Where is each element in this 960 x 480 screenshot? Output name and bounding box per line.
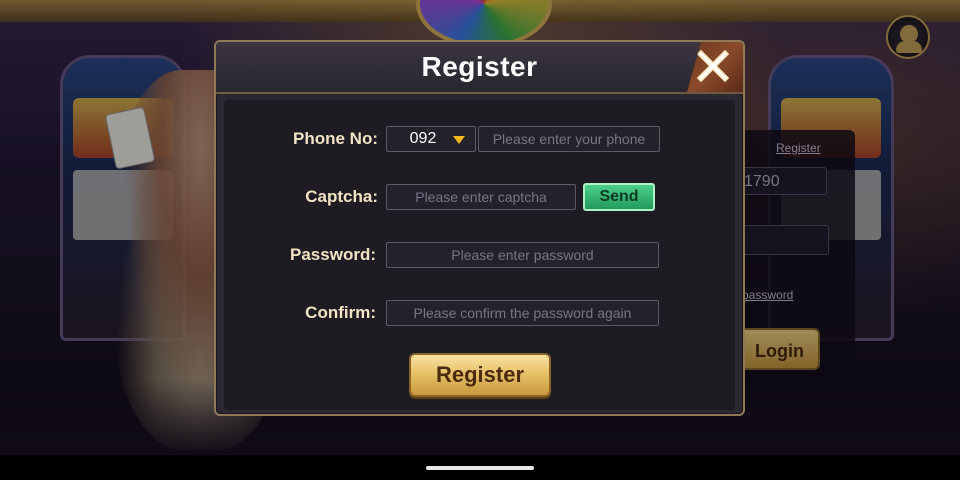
send-captcha-button[interactable]: Send bbox=[583, 183, 655, 211]
dropdown-caret-icon bbox=[453, 136, 465, 144]
phone-label: Phone No: bbox=[293, 129, 378, 148]
home-indicator[interactable] bbox=[426, 466, 534, 470]
country-code-value: 092 bbox=[409, 130, 437, 147]
password-input[interactable]: Please enter password bbox=[386, 242, 659, 268]
captcha-input[interactable]: Please enter captcha bbox=[386, 184, 576, 210]
country-code-select[interactable]: 092 bbox=[386, 126, 476, 152]
confirm-password-input[interactable]: Please confirm the password again bbox=[386, 300, 659, 326]
captcha-label: Captcha: bbox=[305, 187, 378, 206]
phone-input[interactable]: Please enter your phone bbox=[478, 126, 660, 152]
dialog-title: Register bbox=[421, 51, 538, 82]
confirm-label: Confirm: bbox=[305, 303, 376, 322]
dialog-header: Register bbox=[216, 42, 743, 94]
register-button[interactable]: Register bbox=[409, 353, 551, 397]
password-label: Password: bbox=[290, 245, 376, 264]
close-icon bbox=[697, 50, 729, 82]
